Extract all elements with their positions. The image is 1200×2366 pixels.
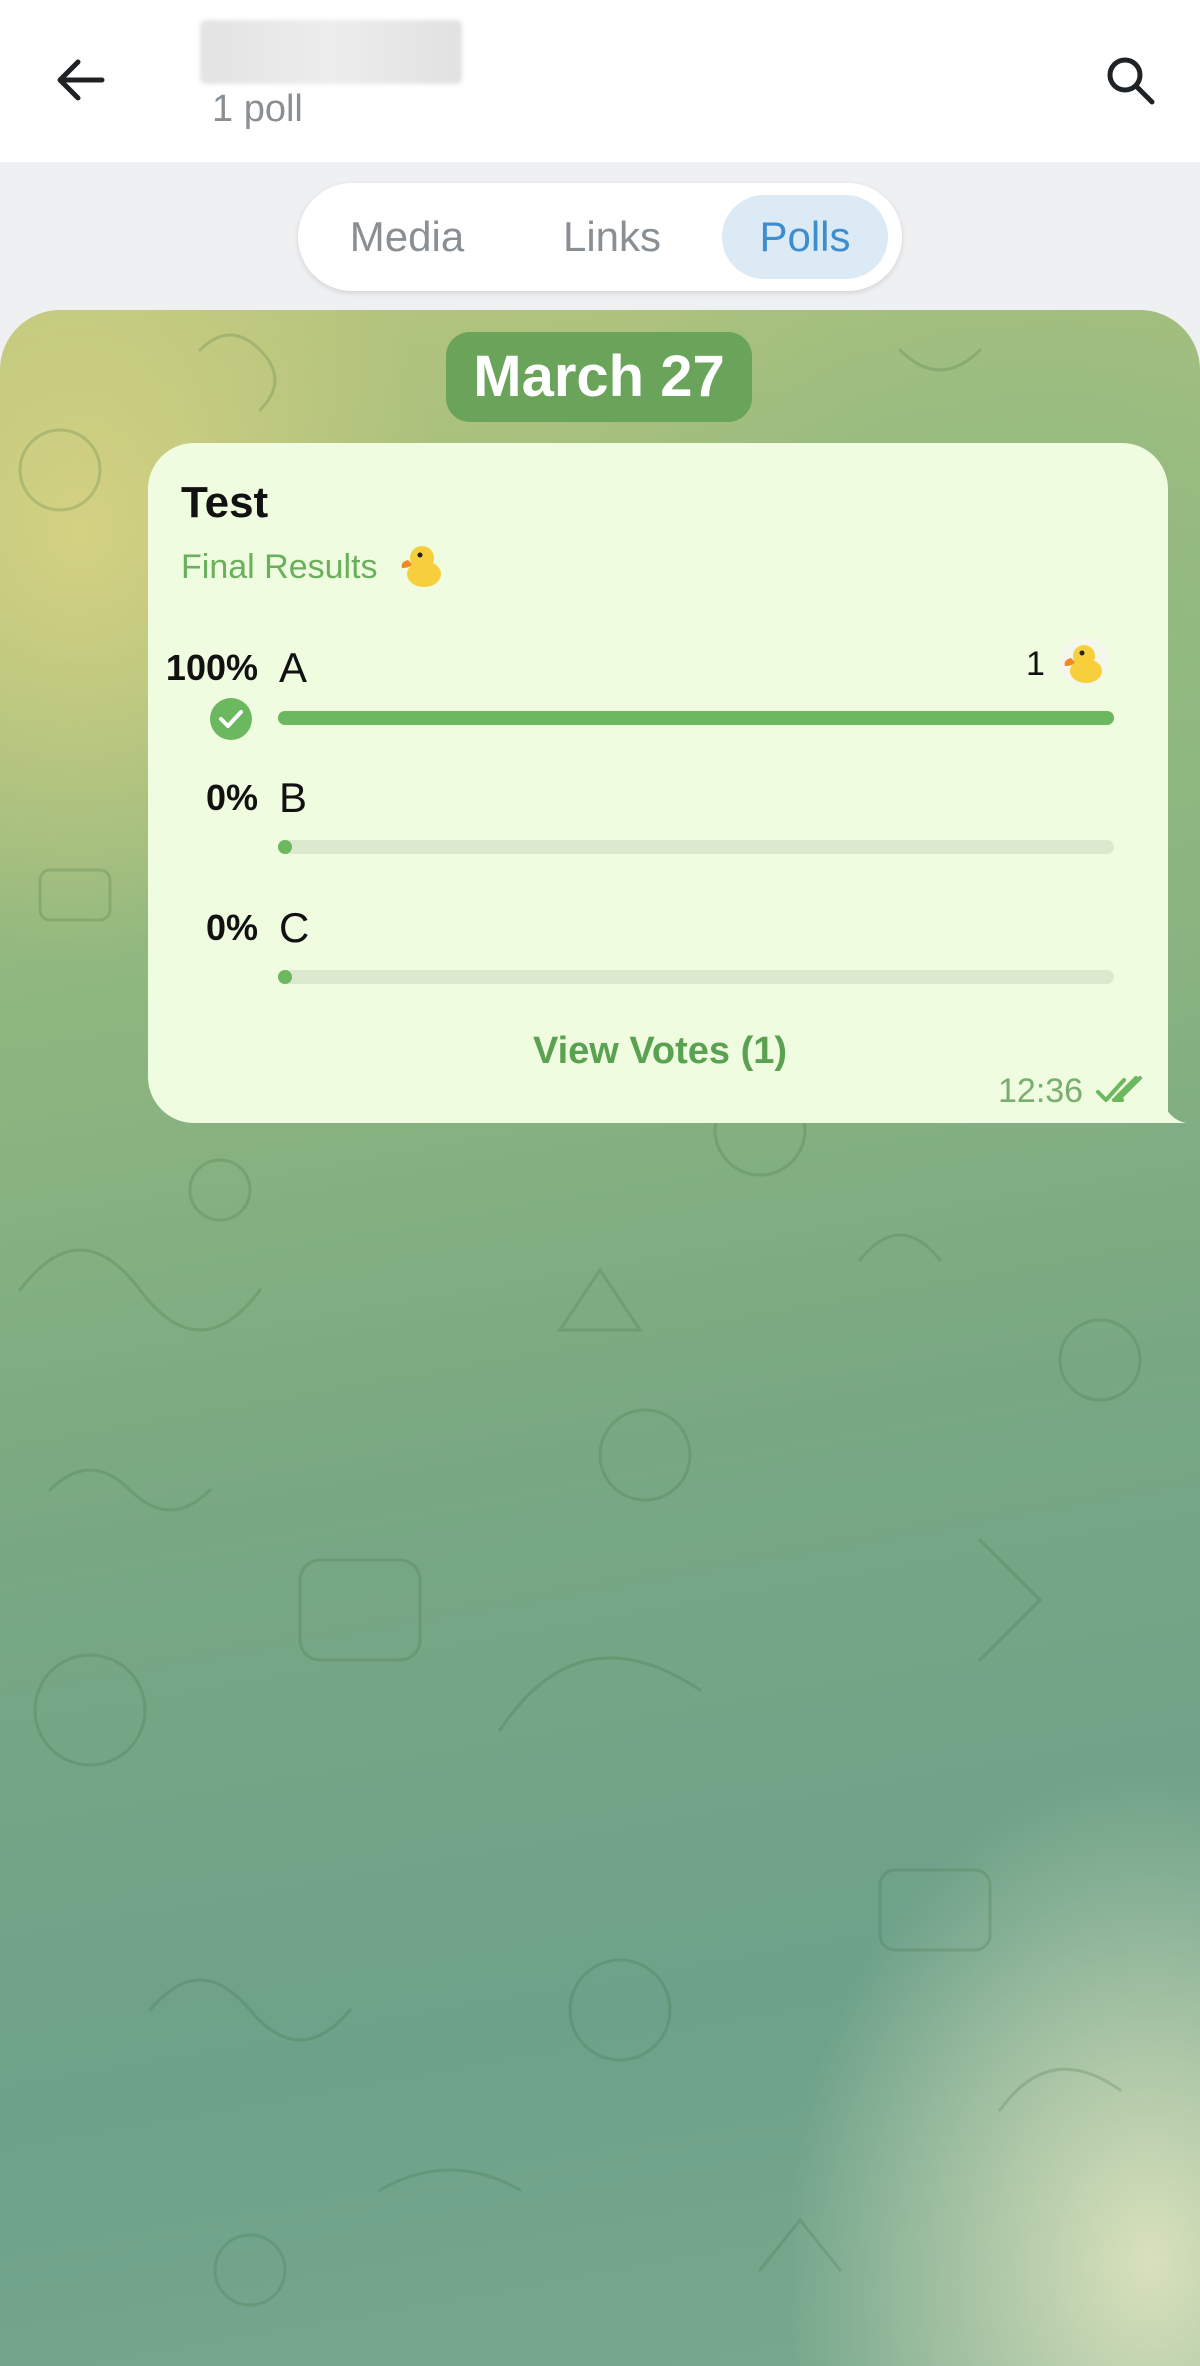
arrow-left-icon	[57, 59, 105, 101]
view-votes-button[interactable]: View Votes (1)	[500, 1030, 820, 1073]
poll-status: Final Results	[181, 548, 378, 586]
option-bar-fill	[278, 711, 1114, 725]
search-button[interactable]	[1090, 40, 1170, 120]
check-circle-icon	[210, 698, 252, 740]
option-percent: 100%	[165, 647, 258, 688]
option-label: A	[279, 644, 308, 691]
voter-avatar-icon	[1059, 637, 1109, 687]
duck-sticker-icon	[401, 546, 441, 587]
tab-links[interactable]: Links	[526, 195, 698, 279]
option-label: B	[279, 774, 308, 821]
option-bar-track	[278, 840, 1114, 854]
option-bar-fill	[278, 840, 292, 854]
tab-polls[interactable]: Polls	[722, 195, 888, 279]
chat-title-blurred	[200, 20, 462, 84]
date-chip: March 27	[446, 332, 752, 422]
option-percent: 0%	[205, 777, 258, 818]
top-app-bar: 1 poll	[0, 0, 1200, 162]
chat-subtitle: 1 poll	[212, 88, 303, 130]
double-check-icon	[1096, 1076, 1142, 1102]
message-time: 12:36	[998, 1072, 1084, 1110]
tab-media[interactable]: Media	[320, 195, 494, 279]
option-bar-track	[278, 970, 1114, 984]
option-bar-fill	[278, 970, 292, 984]
option-percent: 0%	[205, 907, 258, 948]
option-label: C	[279, 904, 310, 951]
poll-question: Test	[181, 478, 269, 527]
bubble-tail	[1150, 1082, 1186, 1123]
option-vote-count: 1	[1026, 645, 1045, 683]
back-button[interactable]	[40, 40, 120, 120]
search-icon	[1107, 57, 1155, 105]
